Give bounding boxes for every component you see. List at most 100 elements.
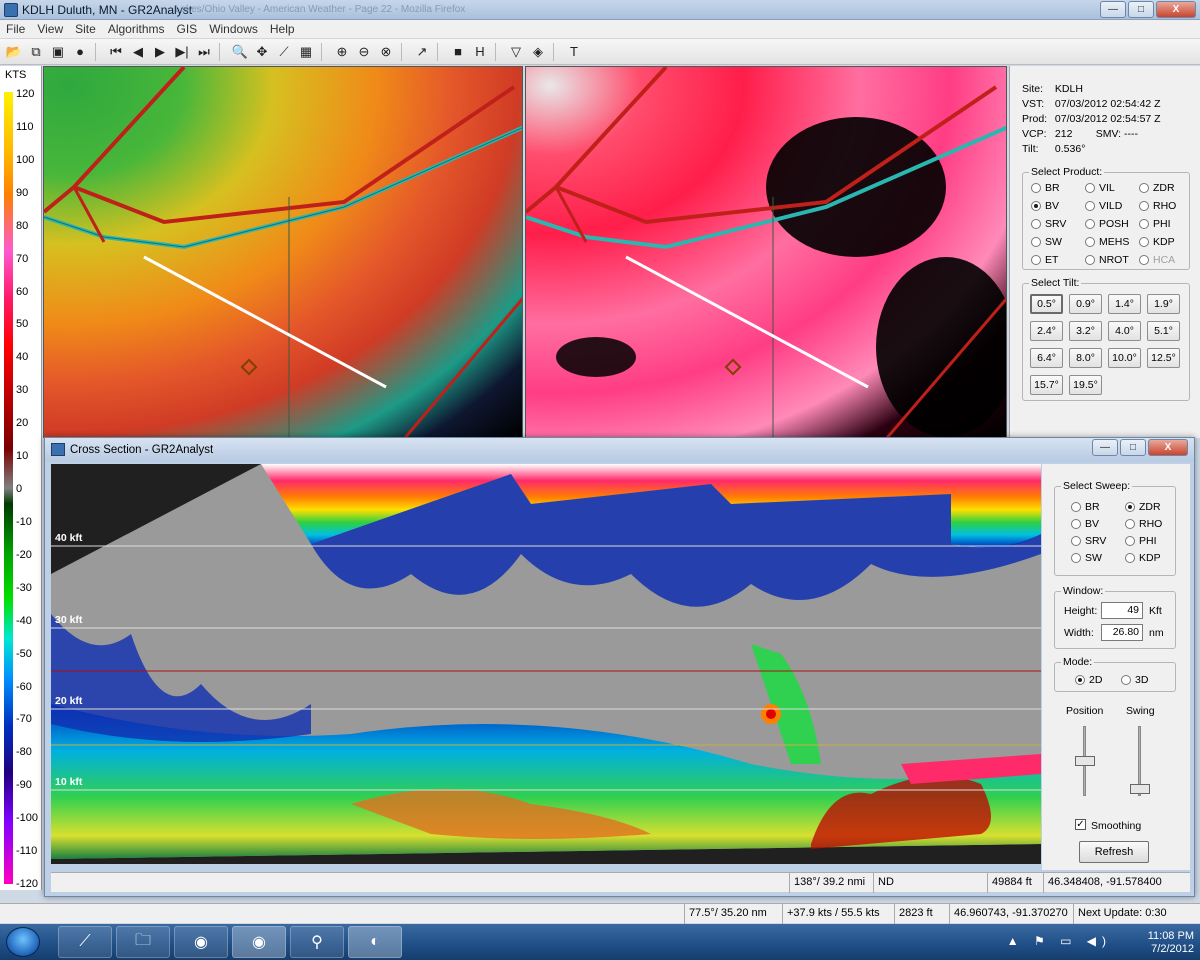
tilt-button[interactable]: 0.5° xyxy=(1030,294,1063,314)
sweep-radio-phi[interactable]: PHI xyxy=(1125,535,1157,547)
cross-section-controls: Select Sweep: BR ZDR BV RHO SRV PHI SW KDP Wind… xyxy=(1042,464,1190,870)
radar-pane-reflectivity[interactable] xyxy=(43,66,523,438)
sweep-radio-rho[interactable]: RHO xyxy=(1125,518,1162,530)
legend-tick-label: -50 xyxy=(16,647,32,660)
layers-icon[interactable]: ▦ xyxy=(296,42,316,62)
select-sweep-title: Select Sweep: xyxy=(1061,480,1133,492)
product-radio-br[interactable]: BR xyxy=(1031,182,1060,194)
tilt-button[interactable]: 2.4° xyxy=(1030,321,1063,341)
position-slider-thumb[interactable] xyxy=(1075,756,1095,766)
product-radio-rho[interactable]: RHO xyxy=(1139,200,1176,212)
zoom-out-icon[interactable]: ⊖ xyxy=(354,42,374,62)
tilt-button[interactable]: 0.9° xyxy=(1069,294,1102,314)
radar-pane-velocity[interactable] xyxy=(525,66,1007,438)
smoothing-checkbox[interactable]: ✓ xyxy=(1075,819,1086,830)
tilt-button[interactable]: 19.5° xyxy=(1069,375,1102,395)
cross-section-plot[interactable]: 40 kft 30 kft 20 kft 10 kft xyxy=(51,464,1041,864)
radio-dot xyxy=(1031,219,1041,229)
pan-icon[interactable]: ✥ xyxy=(252,42,272,62)
width-input[interactable]: 26.80 xyxy=(1101,624,1143,641)
product-radio-vil[interactable]: VIL xyxy=(1085,182,1115,194)
sweep-radio-br[interactable]: BR xyxy=(1071,501,1100,513)
sweep-radio-zdr[interactable]: ZDR xyxy=(1125,501,1161,513)
play-icon[interactable]: ▶ xyxy=(150,42,170,62)
mode-2d-radio[interactable]: 2D xyxy=(1075,674,1102,686)
menu-help[interactable]: Help xyxy=(264,22,301,36)
tilt-button[interactable]: 10.0° xyxy=(1108,348,1141,368)
product-radio-posh[interactable]: POSH xyxy=(1085,218,1129,230)
sweep-radio-bv[interactable]: BV xyxy=(1071,518,1099,530)
record-icon[interactable]: ● xyxy=(70,42,90,62)
taskbar-explorer-icon[interactable]: 🗀 xyxy=(116,926,170,958)
start-button[interactable] xyxy=(6,927,40,957)
prev-frame-icon[interactable]: ◀ xyxy=(128,42,148,62)
tilt-button[interactable]: 1.9° xyxy=(1147,294,1180,314)
swing-slider-thumb[interactable] xyxy=(1130,784,1150,794)
menu-site[interactable]: Site xyxy=(69,22,102,36)
product-radio-nrot[interactable]: NROT xyxy=(1085,254,1129,266)
refresh-button[interactable]: Refresh xyxy=(1079,841,1149,863)
tilt-button[interactable]: 1.4° xyxy=(1108,294,1141,314)
zoom-icon[interactable]: 🔍 xyxy=(230,42,250,62)
sweep-radio-srv[interactable]: SRV xyxy=(1071,535,1106,547)
product-radio-label: PHI xyxy=(1153,218,1171,230)
product-radio-phi[interactable]: PHI xyxy=(1139,218,1171,230)
tilt-button[interactable]: 5.1° xyxy=(1147,321,1180,341)
height-input[interactable]: 49 xyxy=(1101,602,1143,619)
mode-3d-radio[interactable]: 3D xyxy=(1121,674,1148,686)
target-icon[interactable]: ◈ xyxy=(528,42,548,62)
taskbar-firefox-icon[interactable]: ◉ xyxy=(174,926,228,958)
last-frame-icon[interactable]: ⏭ xyxy=(194,42,214,62)
product-radio-kdp[interactable]: KDP xyxy=(1139,236,1175,248)
system-tray-icons[interactable]: ▲ ⚑ ▭ ◀) xyxy=(1007,934,1112,948)
copy-icon[interactable]: ⧉ xyxy=(26,42,46,62)
clock[interactable]: 11:08 PM 7/2/2012 xyxy=(1148,930,1194,956)
tilt-button[interactable]: 3.2° xyxy=(1069,321,1102,341)
split-icon[interactable]: H xyxy=(470,42,490,62)
cross-section-icon[interactable]: ↗ xyxy=(412,42,432,62)
open-icon[interactable]: 📂 xyxy=(4,42,24,62)
maximize-button[interactable]: □ xyxy=(1128,1,1154,18)
product-radio-bv[interactable]: BV xyxy=(1031,200,1059,212)
product-radio-zdr[interactable]: ZDR xyxy=(1139,182,1175,194)
taskbar-gr2analyst-icon[interactable]: ⟋ xyxy=(58,926,112,958)
tilt-button[interactable]: 6.4° xyxy=(1030,348,1063,368)
cross-section-minimize-button[interactable]: — xyxy=(1092,439,1118,456)
text-icon[interactable]: T xyxy=(564,42,584,62)
cross-section-maximize-button[interactable]: □ xyxy=(1120,439,1146,456)
tilt-button[interactable]: 8.0° xyxy=(1069,348,1102,368)
status-next-update: Next Update: 0:30 xyxy=(1073,904,1173,924)
product-radio-mehs[interactable]: MEHS xyxy=(1085,236,1129,248)
taskbar-firefox-2-icon[interactable]: ◉ xyxy=(232,926,286,958)
line-icon[interactable]: ⟋ xyxy=(274,42,294,62)
menu-gis[interactable]: GIS xyxy=(171,22,204,36)
tilt-button[interactable]: 12.5° xyxy=(1147,348,1180,368)
tilt-button[interactable]: 15.7° xyxy=(1030,375,1063,395)
tilt-row: Tilt: 0.536° xyxy=(1022,143,1086,155)
first-frame-icon[interactable]: ⏮ xyxy=(106,42,126,62)
zoom-reset-icon[interactable]: ⊗ xyxy=(376,42,396,62)
taskbar-radar-icon[interactable]: ◐ xyxy=(348,926,402,958)
next-frame-icon[interactable]: ▶| xyxy=(172,42,192,62)
sweep-radio-kdp[interactable]: KDP xyxy=(1125,552,1161,564)
menu-view[interactable]: View xyxy=(31,22,69,36)
minimize-button[interactable]: — xyxy=(1100,1,1126,18)
menu-windows[interactable]: Windows xyxy=(203,22,264,36)
product-radio-et[interactable]: ET xyxy=(1031,254,1058,266)
product-radio-vild[interactable]: VILD xyxy=(1085,200,1122,212)
zoom-in-icon[interactable]: ⊕ xyxy=(332,42,352,62)
legend-tick-label: 80 xyxy=(16,219,29,232)
stop-icon[interactable]: ■ xyxy=(448,42,468,62)
filter-icon[interactable]: ▽ xyxy=(506,42,526,62)
product-radio-srv[interactable]: SRV xyxy=(1031,218,1066,230)
product-radio-sw[interactable]: SW xyxy=(1031,236,1062,248)
save-icon[interactable]: ▣ xyxy=(48,42,68,62)
menu-file[interactable]: File xyxy=(0,22,31,36)
close-button[interactable]: X xyxy=(1156,1,1196,18)
status-bearing: 77.5°/ 35.20 nm xyxy=(684,904,782,924)
taskbar-search-icon[interactable]: ⚲ xyxy=(290,926,344,958)
menu-algorithms[interactable]: Algorithms xyxy=(102,22,171,36)
tilt-button[interactable]: 4.0° xyxy=(1108,321,1141,341)
sweep-radio-sw[interactable]: SW xyxy=(1071,552,1102,564)
cross-section-close-button[interactable]: X xyxy=(1148,439,1188,456)
